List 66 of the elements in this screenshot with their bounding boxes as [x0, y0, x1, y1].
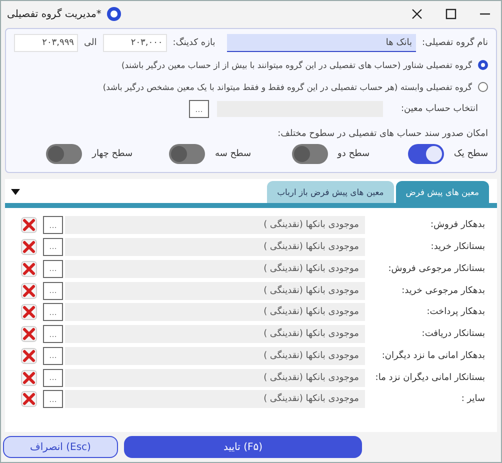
- account-field[interactable]: موجودی بانکها (نقدینگی ): [65, 368, 365, 387]
- dropdown-icon[interactable]: [11, 189, 20, 195]
- browse-button[interactable]: ...: [43, 346, 63, 365]
- field-label: بستانکار دریافت:: [420, 329, 485, 340]
- radio-button[interactable]: [478, 82, 488, 92]
- window-title: مدیریت گروه تفصیلی*: [7, 8, 102, 20]
- browse-button[interactable]: ...: [43, 390, 63, 408]
- browse-button[interactable]: ...: [188, 100, 209, 118]
- toggle-switch[interactable]: [292, 144, 328, 164]
- account-field[interactable]: موجودی بانکها (نقدینگی ): [65, 238, 365, 256]
- browse-button[interactable]: ...: [43, 303, 63, 322]
- toggle-switch[interactable]: [408, 144, 444, 164]
- delete-icon[interactable]: [21, 391, 37, 408]
- delete-icon[interactable]: [21, 260, 37, 277]
- account-field[interactable]: موجودی بانکها (نقدینگی ): [65, 303, 365, 322]
- browse-button[interactable]: ...: [43, 260, 63, 278]
- browse-button[interactable]: ...: [43, 282, 63, 300]
- delete-icon[interactable]: [21, 370, 37, 386]
- browse-button[interactable]: ...: [43, 325, 63, 344]
- section-label: امکان صدور سند حساب های تفصیلی در سطوح مختلف:: [276, 128, 488, 141]
- account-field[interactable]: موجودی بانکها (نقدینگی ): [65, 282, 365, 300]
- delete-icon[interactable]: [21, 304, 37, 320]
- close-icon[interactable]: [411, 8, 423, 20]
- toggle-label: سطح یک: [454, 149, 488, 159]
- field-label: انتخاب حساب معین:: [400, 104, 478, 114]
- account-field[interactable]: موجودی بانکها (نقدینگی ): [65, 216, 365, 234]
- radio-label: گروه تفصیلی وابسته (هر حساب تفصیلی در این گروه فقط و فقط میتواند با یک معین مشخص درگیر باشد): [102, 82, 472, 92]
- delete-icon[interactable]: [21, 238, 37, 255]
- toggle-label: سطح سه: [215, 149, 251, 159]
- delete-icon[interactable]: [21, 282, 37, 299]
- delete-icon[interactable]: [21, 348, 37, 364]
- confirm-button[interactable]: تایید (F۵): [124, 436, 362, 458]
- maximize-icon[interactable]: [445, 8, 457, 20]
- name-field[interactable]: بانک ها: [227, 34, 416, 52]
- field-label: الی: [84, 38, 97, 48]
- toggle-label: سطح دو: [338, 149, 370, 159]
- field-label: بدهکار مرجوعی خرید:: [400, 286, 485, 296]
- range-to-field[interactable]: ۲۰۳,۹۹۹: [14, 34, 78, 52]
- field-label: بستانکار مرجوعی فروش:: [387, 264, 485, 274]
- range-from-field[interactable]: ۲۰۳,۰۰۰: [102, 34, 167, 52]
- browse-button[interactable]: ...: [43, 216, 63, 234]
- field-label: بدهکار امانی ما نزد دیگران:: [380, 350, 485, 361]
- field-label: بازه کدینگ:: [172, 38, 216, 48]
- app-icon: [107, 7, 122, 21]
- tab[interactable]: معین های پیش فرض باز ارباب: [267, 181, 394, 203]
- field-label: بدهکار فروش:: [429, 220, 485, 230]
- radio-label: گروه تفصیلی شناور (حساب های تفصیلی در این گروه میتوانند با بیش از از حساب معین درگیر باشند): [121, 60, 472, 70]
- account-field[interactable]: موجودی بانکها (نقدینگی ): [65, 346, 365, 365]
- field-label: نام گروه تفصیلی:: [422, 38, 488, 48]
- field-label: بستانکار خرید:: [430, 242, 485, 252]
- toggle-switch[interactable]: [169, 144, 206, 164]
- radio-button[interactable]: [478, 60, 488, 70]
- delete-icon[interactable]: [21, 217, 37, 234]
- account-field[interactable]: موجودی بانکها (نقدینگی ): [65, 260, 365, 278]
- browse-button[interactable]: ...: [43, 238, 63, 256]
- field-label: سایر :: [460, 394, 485, 404]
- account-field[interactable]: موجودی بانکها (نقدینگی ): [65, 390, 365, 408]
- delete-icon[interactable]: [21, 326, 37, 342]
- browse-button[interactable]: ...: [43, 368, 63, 387]
- cancel-button[interactable]: انصراف (Esc): [3, 436, 118, 458]
- field-label: بستانکار امانی دیگران نزد ما:: [374, 372, 485, 383]
- account-field[interactable]: موجودی بانکها (نقدینگی ): [65, 325, 365, 344]
- field-label: بدهکار پرداخت:: [426, 307, 485, 318]
- toggle-label: سطح چهار: [92, 149, 132, 159]
- tab[interactable]: معین های پیش فرض: [396, 181, 489, 203]
- toggle-switch[interactable]: [46, 144, 82, 164]
